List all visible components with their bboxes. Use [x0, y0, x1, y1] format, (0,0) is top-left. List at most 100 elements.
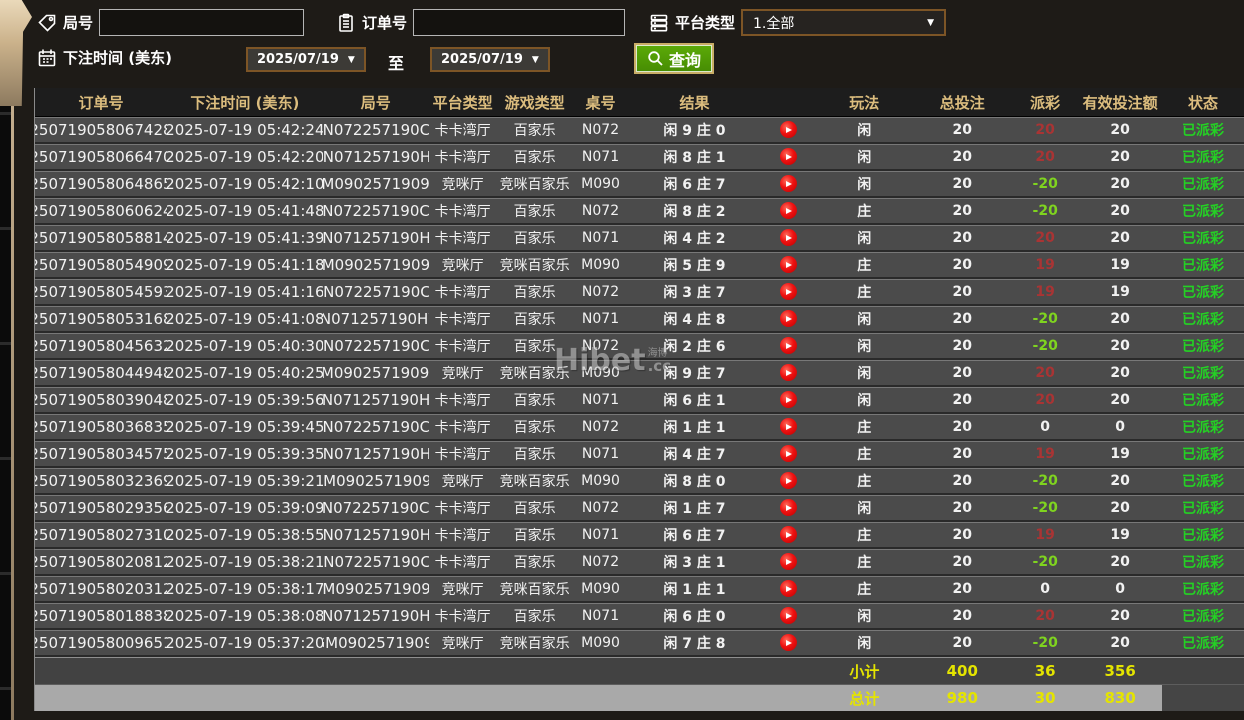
play-icon[interactable] — [780, 445, 797, 462]
cell-status: 已派彩 — [1162, 414, 1244, 439]
cell-bet-time: 2025-07-19 05:42:20 — [167, 144, 323, 169]
platform-type-select[interactable]: 1.全部 ▼ — [741, 9, 946, 36]
cell-payout: -20 — [1012, 630, 1078, 655]
play-icon[interactable] — [780, 418, 797, 435]
cell-status: 已派彩 — [1162, 171, 1244, 196]
cell-bet-on: 闲 — [816, 225, 912, 250]
play-icon[interactable] — [780, 607, 797, 624]
play-icon[interactable] — [780, 526, 797, 543]
subtotal-spacer — [35, 658, 816, 684]
bet-time-filter: 下注时间 (美东) — [37, 47, 172, 68]
cell-result: 闲 4 庄 2 — [629, 225, 761, 250]
cell-bet-time: 2025-07-19 05:41:48 — [167, 198, 323, 223]
cell-platform: 卡卡湾厅 — [429, 279, 497, 304]
header-replay — [760, 88, 816, 116]
cell-order-no: 250719058060624 — [35, 198, 167, 223]
cell-total-bet: 20 — [912, 549, 1012, 574]
cell-order-no: 250719058039048 — [35, 387, 167, 412]
cell-table-no: N071 — [573, 441, 629, 466]
play-icon[interactable] — [780, 634, 797, 651]
header-total-bet: 总投注 — [912, 88, 1012, 116]
table-row: 2507190580096512025-07-19 05:37:20GM0902… — [35, 630, 1244, 657]
play-icon[interactable] — [780, 337, 797, 354]
cell-game: 竞咪百家乐 — [497, 252, 573, 277]
play-icon[interactable] — [780, 283, 797, 300]
cell-total-bet: 20 — [912, 171, 1012, 196]
cell-valid-bet: 20 — [1078, 198, 1162, 223]
cell-table-no: M090 — [573, 468, 629, 493]
cell-table-no: M090 — [573, 360, 629, 385]
magnifier-icon — [647, 50, 664, 67]
cell-bet-on: 闲 — [816, 144, 912, 169]
date-from-value: 2025/07/19 — [257, 52, 339, 67]
cell-bet-on: 庄 — [816, 576, 912, 601]
cell-valid-bet: 20 — [1078, 603, 1162, 628]
cell-bet-on: 闲 — [816, 603, 912, 628]
cell-status: 已派彩 — [1162, 468, 1244, 493]
play-icon[interactable] — [780, 472, 797, 489]
cell-total-bet: 20 — [912, 117, 1012, 142]
replay-cell — [760, 468, 816, 493]
cell-platform: 竞咪厅 — [429, 252, 497, 277]
play-icon[interactable] — [780, 310, 797, 327]
cell-table-no: N072 — [573, 279, 629, 304]
play-icon[interactable] — [780, 202, 797, 219]
cell-payout: 19 — [1012, 279, 1078, 304]
replay-cell — [760, 279, 816, 304]
cell-valid-bet: 20 — [1078, 495, 1162, 520]
cell-total-bet: 20 — [912, 387, 1012, 412]
cell-order-no: 250719058064865 — [35, 171, 167, 196]
date-to-group: 2025/07/19 ▼ — [430, 47, 550, 72]
cell-table-no: N072 — [573, 495, 629, 520]
play-icon[interactable] — [780, 580, 797, 597]
cell-result: 闲 1 庄 1 — [629, 576, 761, 601]
cell-round-no: GM0902571909M — [323, 360, 429, 385]
grand-total-status-cell — [1162, 685, 1244, 711]
cell-order-no: 250719058067428 — [35, 117, 167, 142]
replay-cell — [760, 576, 816, 601]
play-icon[interactable] — [780, 391, 797, 408]
header-result: 结果 — [629, 88, 761, 116]
cell-platform: 竞咪厅 — [429, 171, 497, 196]
header-valid-bet: 有效投注额 — [1078, 88, 1162, 116]
cell-result: 闲 1 庄 1 — [629, 414, 761, 439]
cell-order-no: 250719058027310 — [35, 522, 167, 547]
cell-game: 百家乐 — [497, 225, 573, 250]
cell-payout: -20 — [1012, 171, 1078, 196]
cell-total-bet: 20 — [912, 279, 1012, 304]
order-no-input[interactable] — [413, 9, 625, 36]
play-icon[interactable] — [780, 229, 797, 246]
cell-valid-bet: 19 — [1078, 279, 1162, 304]
play-icon[interactable] — [780, 256, 797, 273]
play-icon[interactable] — [780, 553, 797, 570]
table-row: 2507190580664702025-07-19 05:42:20GN0712… — [35, 144, 1244, 171]
cell-status: 已派彩 — [1162, 225, 1244, 250]
play-icon[interactable] — [780, 121, 797, 138]
cell-order-no: 250719058034575 — [35, 441, 167, 466]
main-panel: 局号 订单号 — [14, 0, 1244, 720]
cell-platform: 卡卡湾厅 — [429, 333, 497, 358]
cell-order-no: 250719058044948 — [35, 360, 167, 385]
cell-bet-time: 2025-07-19 05:39:21 — [167, 468, 323, 493]
cell-result: 闲 8 庄 2 — [629, 198, 761, 223]
date-from-picker[interactable]: 2025/07/19 ▼ — [246, 47, 366, 72]
round-no-input[interactable] — [99, 9, 304, 36]
cell-valid-bet: 20 — [1078, 225, 1162, 250]
search-button[interactable]: 查询 — [634, 43, 714, 74]
cell-bet-on: 闲 — [816, 117, 912, 142]
cell-result: 闲 4 庄 8 — [629, 306, 761, 331]
cell-status: 已派彩 — [1162, 117, 1244, 142]
cell-total-bet: 20 — [912, 495, 1012, 520]
play-icon[interactable] — [780, 175, 797, 192]
play-icon[interactable] — [780, 148, 797, 165]
cell-table-no: N071 — [573, 522, 629, 547]
table-row: 2507190580674282025-07-19 05:42:24GN0722… — [35, 117, 1244, 144]
play-icon[interactable] — [780, 364, 797, 381]
cell-payout: 20 — [1012, 144, 1078, 169]
play-icon[interactable] — [780, 499, 797, 516]
cell-game: 竞咪百家乐 — [497, 468, 573, 493]
cell-payout: -20 — [1012, 306, 1078, 331]
cell-round-no: GM0902571909J — [323, 630, 429, 655]
date-to-picker[interactable]: 2025/07/19 ▼ — [430, 47, 550, 72]
cell-platform: 卡卡湾厅 — [429, 603, 497, 628]
